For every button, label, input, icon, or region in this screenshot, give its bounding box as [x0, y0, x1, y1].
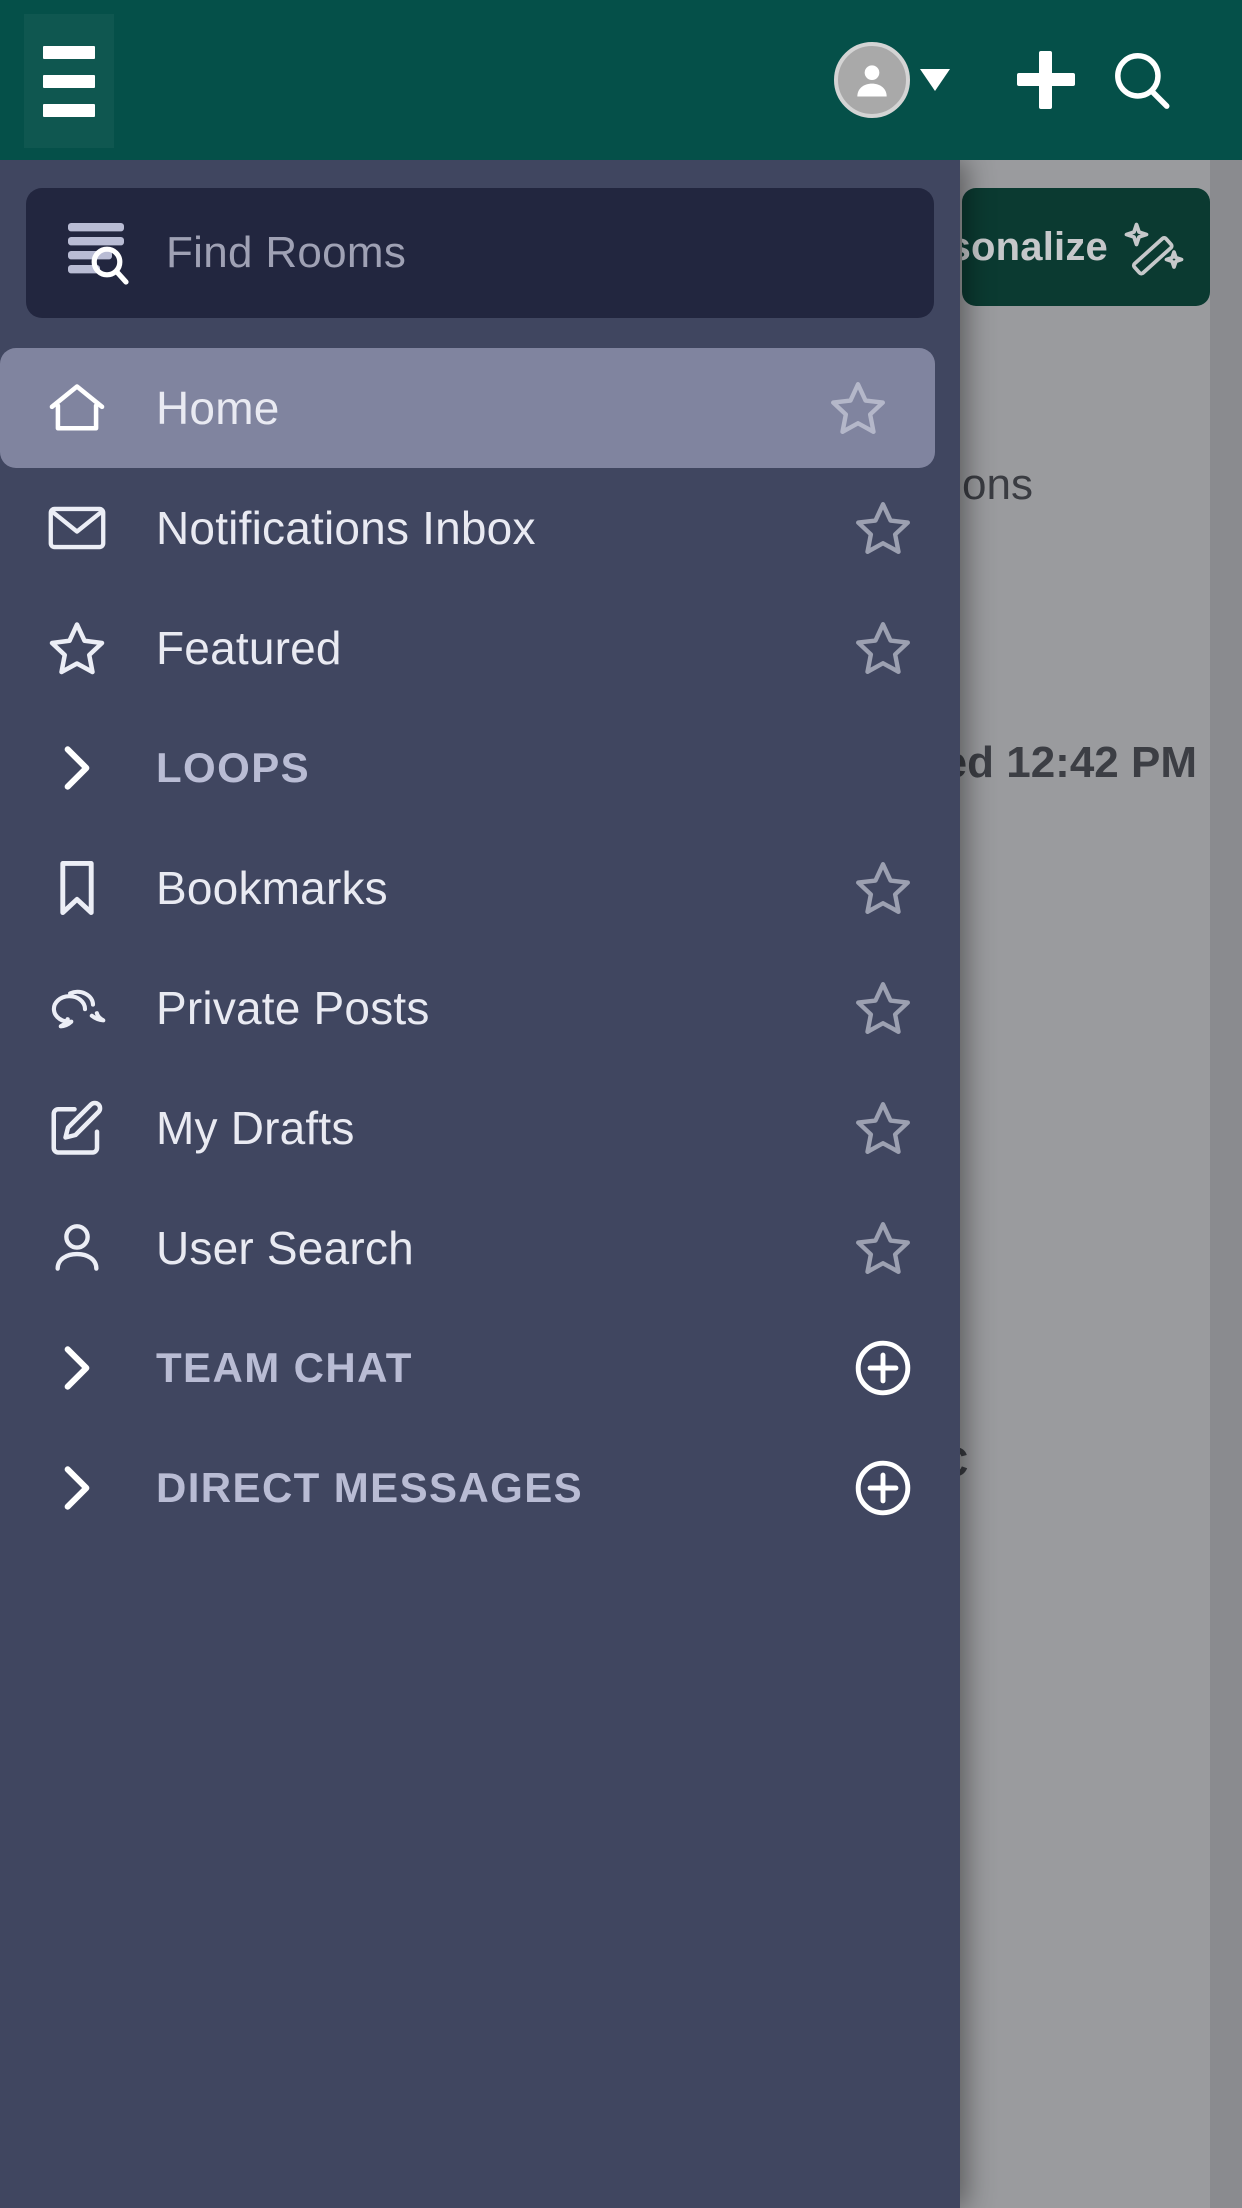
chevron-right-icon — [40, 740, 114, 796]
personalize-button[interactable]: sonalize — [962, 188, 1210, 306]
favorite-star-button[interactable] — [848, 613, 918, 683]
edit-square-icon — [40, 1098, 114, 1158]
magic-wand-icon — [1124, 222, 1184, 276]
star-icon — [856, 502, 910, 554]
sidebar-section-loops[interactable]: LOOPS — [0, 708, 960, 828]
hamburger-icon-line — [43, 74, 95, 88]
hamburger-icon-line — [43, 103, 95, 117]
home-icon — [40, 379, 114, 437]
sidebar-item-home[interactable]: Home — [0, 348, 935, 468]
star-icon — [856, 622, 910, 674]
star-icon — [831, 382, 885, 434]
sidebar-item-label: Private Posts — [156, 982, 430, 1034]
sidebar-item-label: Bookmarks — [156, 862, 388, 914]
sidebar-item-notifications-inbox[interactable]: Notifications Inbox — [0, 468, 960, 588]
envelope-icon — [40, 502, 114, 554]
chevron-right-icon — [40, 1340, 114, 1396]
sidebar-item-user-search[interactable]: User Search — [0, 1188, 960, 1308]
favorite-star-button[interactable] — [848, 973, 918, 1043]
top-app-bar — [0, 0, 1242, 160]
add-button[interactable] — [998, 32, 1094, 128]
search-icon — [1115, 53, 1170, 109]
chevron-right-icon — [40, 1460, 114, 1516]
background-text-notifications: tions — [940, 460, 1033, 509]
sidebar-item-label: Home — [156, 382, 280, 434]
hamburger-menu-button[interactable] — [24, 14, 114, 148]
background-text-fragment: C — [938, 1438, 1238, 1486]
sidebar-item-bookmarks[interactable]: Bookmarks — [0, 828, 960, 948]
background-text-timestamp: ted 12:42 PM — [928, 738, 1197, 787]
app-root: sonalize tions ted 12:42 PM C — [0, 0, 1242, 2208]
drawer-nav-list: Home Notifications Inbox Featured LOOPS … — [0, 348, 960, 1548]
find-rooms-icon — [68, 223, 129, 285]
sidebar-item-label: My Drafts — [156, 1102, 355, 1154]
search-button[interactable] — [1094, 32, 1190, 128]
star-icon — [40, 618, 114, 678]
sidebar-item-label: User Search — [156, 1222, 414, 1274]
account-menu-button[interactable] — [834, 42, 950, 118]
person-icon — [40, 1219, 114, 1277]
favorite-star-button[interactable] — [848, 1093, 918, 1163]
star-icon — [856, 982, 910, 1034]
chat-bubbles-icon — [40, 980, 114, 1036]
navigation-drawer: Find Rooms Home Notifications Inbox Feat… — [0, 160, 960, 2208]
sidebar-item-my-drafts[interactable]: My Drafts — [0, 1068, 960, 1188]
favorite-star-button[interactable] — [848, 1213, 918, 1283]
sidebar-item-label: Featured — [156, 622, 342, 674]
favorite-star-button[interactable] — [848, 853, 918, 923]
sidebar-section-label: TEAM CHAT — [156, 1344, 413, 1391]
favorite-star-button[interactable] — [823, 373, 893, 443]
avatar — [834, 42, 910, 118]
sidebar-item-featured[interactable]: Featured — [0, 588, 960, 708]
star-icon — [856, 1222, 910, 1274]
sidebar-section-direct-messages[interactable]: DIRECT MESSAGES — [0, 1428, 960, 1548]
personalize-label: sonalize — [962, 224, 1108, 269]
user-avatar-icon — [857, 65, 887, 97]
hamburger-icon-line — [43, 45, 95, 59]
bookmark-icon — [40, 857, 114, 919]
plus-circle-icon — [855, 1340, 911, 1396]
plus-icon — [1017, 51, 1075, 109]
chevron-down-icon — [920, 69, 950, 91]
favorite-star-button[interactable] — [848, 493, 918, 563]
sidebar-item-label: Notifications Inbox — [156, 502, 536, 554]
add-direct-message-button[interactable] — [848, 1453, 918, 1523]
find-rooms-placeholder: Find Rooms — [166, 228, 407, 277]
star-icon — [856, 1102, 910, 1154]
sidebar-item-private-posts[interactable]: Private Posts — [0, 948, 960, 1068]
top-bar-actions — [834, 0, 1190, 160]
find-rooms-search[interactable]: Find Rooms — [26, 188, 934, 318]
plus-circle-icon — [855, 1460, 911, 1516]
star-icon — [856, 862, 910, 914]
sidebar-section-team-chat[interactable]: TEAM CHAT — [0, 1308, 960, 1428]
sidebar-section-label: DIRECT MESSAGES — [156, 1464, 584, 1511]
sidebar-section-label: LOOPS — [156, 744, 311, 791]
add-team-chat-button[interactable] — [848, 1333, 918, 1403]
